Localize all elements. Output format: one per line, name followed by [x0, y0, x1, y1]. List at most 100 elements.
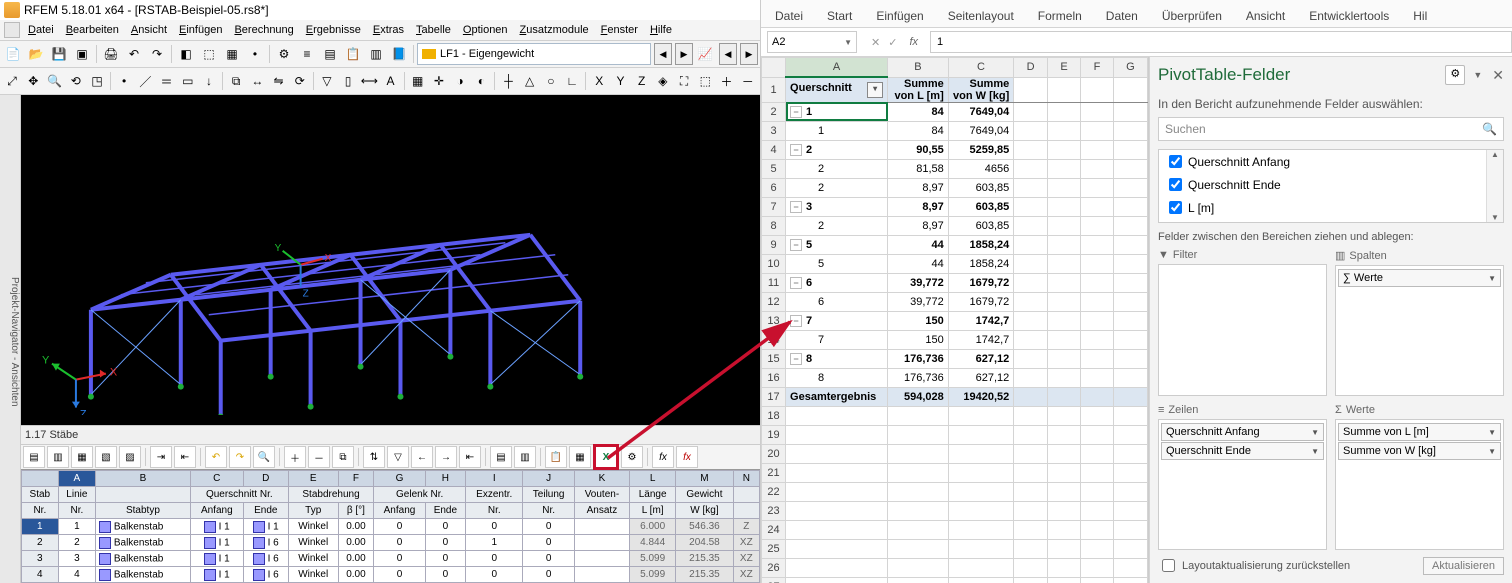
members-table[interactable]: ABCDEFGHIJKLMNStabLinieQuerschnitt Nr.St… — [21, 469, 760, 583]
pan-icon[interactable]: ✥ — [23, 70, 43, 92]
ribbon-tab-einfügen[interactable]: Einfügen — [870, 5, 929, 27]
loadcase-combo[interactable]: LF1 - Eigengewicht — [417, 43, 651, 65]
pivot-area-values[interactable]: ΣWerte Summe von L [m]▼Summe von W [kg]▼ — [1335, 404, 1504, 550]
report-icon[interactable]: 📋 — [342, 43, 364, 65]
menu-ergebnisse[interactable]: Ergebnisse — [300, 22, 367, 38]
formula-input[interactable]: 1 — [930, 31, 1512, 53]
arrow1-icon[interactable]: ← — [411, 446, 433, 468]
filter-icon[interactable]: ▽ — [317, 70, 337, 92]
surface-tool-icon[interactable]: ▭ — [178, 70, 198, 92]
pivot-pill[interactable]: Summe von W [kg]▼ — [1338, 442, 1501, 460]
table-opt-icon[interactable]: ▤ — [490, 446, 512, 468]
menu-bearbeiten[interactable]: Bearbeiten — [60, 22, 125, 38]
pivot-dd-icon[interactable]: ▼ — [1473, 70, 1482, 80]
delete-icon[interactable]: － — [308, 446, 330, 468]
members-icon[interactable]: ⬚ — [198, 43, 220, 65]
menu-extras[interactable]: Extras — [367, 22, 410, 38]
menu-fenster[interactable]: Fenster — [595, 22, 644, 38]
insert-icon[interactable]: ＋ — [284, 446, 306, 468]
undo-icon[interactable]: ↶ — [123, 43, 145, 65]
table-opt2-icon[interactable]: ▥ — [514, 446, 536, 468]
ttab4-icon[interactable]: ▧ — [95, 446, 117, 468]
mirror-icon[interactable]: ⇋ — [268, 70, 288, 92]
ribbon-tab-start[interactable]: Start — [821, 5, 858, 27]
menu-datei[interactable]: Datei — [22, 22, 60, 38]
pivot-area-filter[interactable]: ▼Filter — [1158, 249, 1327, 396]
pivot-area-columns[interactable]: ▥Spalten ∑ Werte▼ — [1335, 249, 1504, 396]
ribbon-tab-ansicht[interactable]: Ansicht — [1240, 5, 1291, 27]
menu-hilfe[interactable]: Hilfe — [644, 22, 678, 38]
import-icon[interactable]: ⇥ — [150, 446, 172, 468]
pivot-filter-icon[interactable]: ▾ — [867, 82, 883, 98]
update-button[interactable]: Aktualisieren — [1423, 557, 1504, 575]
view-x-icon[interactable]: X — [589, 70, 609, 92]
redo2-icon[interactable]: ↷ — [229, 446, 251, 468]
move-icon[interactable]: ↔ — [247, 70, 267, 92]
scroll-up-icon[interactable]: ▲ — [1487, 150, 1503, 159]
zoom-in-icon[interactable]: ＋ — [716, 70, 736, 92]
select-icon[interactable]: ▯ — [338, 70, 358, 92]
view-y-icon[interactable]: Y — [610, 70, 630, 92]
calc-icon[interactable]: ⚙ — [273, 43, 295, 65]
pivot-field-1[interactable]: Querschnitt Ende — [1159, 173, 1503, 196]
export-icon[interactable]: ⇤ — [174, 446, 196, 468]
ribbon-tab-entwicklertools[interactable]: Entwicklertools — [1303, 5, 1395, 27]
ribbon-tab-hil[interactable]: Hil — [1407, 5, 1433, 27]
point-icon[interactable]: • — [114, 70, 134, 92]
fx-icon[interactable]: fx — [652, 446, 674, 468]
view-iso-icon[interactable]: ◈ — [653, 70, 673, 92]
next-step-button[interactable]: ▶ — [740, 43, 758, 65]
ttab2-icon[interactable]: ▥ — [47, 446, 69, 468]
arrow3-icon[interactable]: ⇤ — [459, 446, 481, 468]
line-icon[interactable]: ／ — [135, 70, 155, 92]
tables-icon[interactable]: ▤ — [319, 43, 341, 65]
ttab5-icon[interactable]: ▨ — [119, 446, 141, 468]
ttab1-icon[interactable]: ▤ — [23, 446, 45, 468]
pivot-field-0[interactable]: Querschnitt Anfang — [1159, 150, 1503, 173]
pivot-field-2[interactable]: L [m] — [1159, 196, 1503, 219]
pivot-search-input[interactable]: Suchen🔍 — [1158, 117, 1504, 141]
node-icon[interactable]: • — [244, 43, 266, 65]
ribbon-tab-daten[interactable]: Daten — [1100, 5, 1144, 27]
zoom-out-icon[interactable]: － — [738, 70, 758, 92]
appmenu-icon[interactable] — [4, 22, 20, 38]
ttab3-icon[interactable]: ▦ — [71, 446, 93, 468]
sort-icon[interactable]: ⇅ — [363, 446, 385, 468]
prev-step-button[interactable]: ◀ — [719, 43, 737, 65]
name-box[interactable]: A2▼ — [767, 31, 857, 53]
confirm-icon[interactable]: ✓ — [888, 36, 897, 49]
zoom-win-icon[interactable]: ⬚ — [695, 70, 715, 92]
rotate-icon[interactable]: ⟲ — [66, 70, 86, 92]
excel-grid[interactable]: ABCDEFG1Querschnitt▾Summe von L [m]Summe… — [761, 57, 1149, 583]
menu-einfügen[interactable]: Einfügen — [173, 22, 228, 38]
ribbon-tab-seitenlayout[interactable]: Seitenlayout — [942, 5, 1020, 27]
fit-icon[interactable]: ⤢ — [2, 70, 22, 92]
ribbon-tab-überprüfen[interactable]: Überprüfen — [1156, 5, 1228, 27]
menu-tabelle[interactable]: Tabelle — [410, 22, 457, 38]
block-icon[interactable]: ▣ — [71, 43, 93, 65]
ribbon-tab-formeln[interactable]: Formeln — [1032, 5, 1088, 27]
new-icon[interactable]: 📄 — [2, 43, 24, 65]
pivot-area-rows[interactable]: ≡Zeilen Querschnitt Anfang▼Querschnitt E… — [1158, 404, 1327, 550]
modules-icon[interactable]: ▥ — [365, 43, 387, 65]
pivot-pill[interactable]: Querschnitt Anfang▼ — [1161, 423, 1324, 441]
pivot-pill[interactable]: Querschnitt Ende▼ — [1161, 442, 1324, 460]
prev-lc-button[interactable]: ◀ — [654, 43, 672, 65]
graph-icon[interactable]: 📈 — [694, 43, 716, 65]
color-icon[interactable]: ◑ — [450, 70, 470, 92]
open-icon[interactable]: 📂 — [25, 43, 47, 65]
chevron-down-icon[interactable]: ▼ — [844, 38, 852, 47]
results-icon[interactable]: ≡ — [296, 43, 318, 65]
csv-icon[interactable]: ▦ — [569, 446, 591, 468]
rotate-tool-icon[interactable]: ⟳ — [290, 70, 310, 92]
defer-layout-checkbox[interactable]: Layoutaktualisierung zurückstellen — [1158, 556, 1417, 575]
loadcase-icon[interactable]: ◧ — [175, 43, 197, 65]
menu-zusatzmodule[interactable]: Zusatzmodule — [514, 22, 595, 38]
book-icon[interactable]: 📘 — [388, 43, 410, 65]
surface-icon[interactable]: ▦ — [221, 43, 243, 65]
arrow2-icon[interactable]: → — [435, 446, 457, 468]
ortho-icon[interactable]: ∟ — [562, 70, 582, 92]
cancel-icon[interactable]: ✕ — [871, 36, 880, 49]
axes-icon[interactable]: ┼ — [498, 70, 518, 92]
member-icon[interactable]: ＝ — [156, 70, 176, 92]
